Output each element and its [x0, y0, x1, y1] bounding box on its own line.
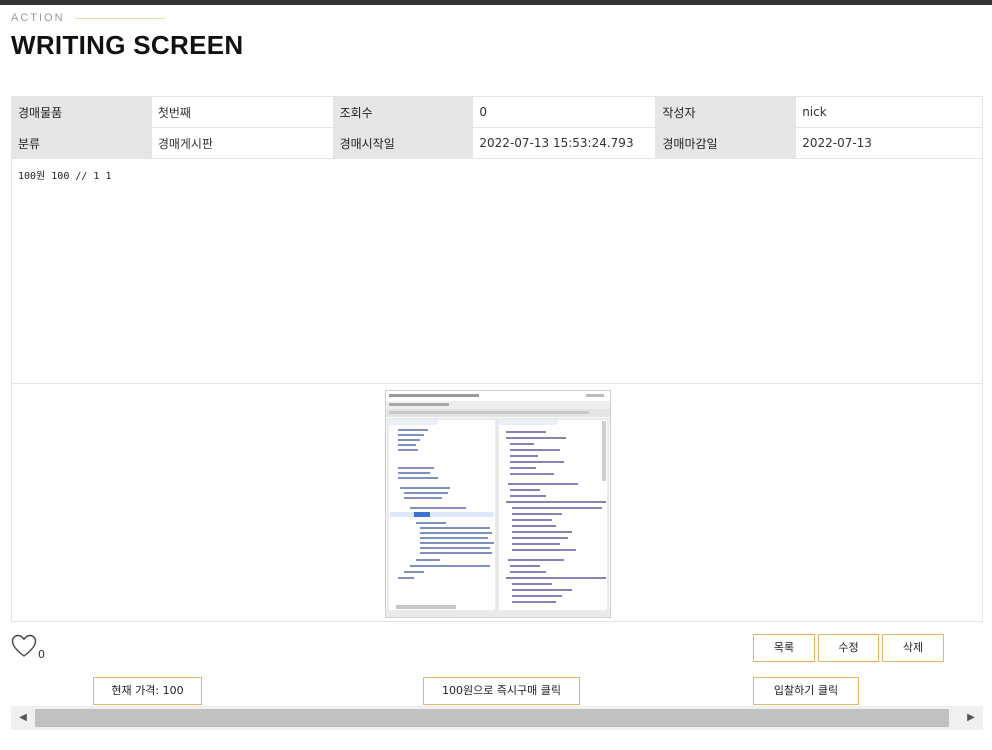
scrollbar-thumb[interactable]: [35, 709, 949, 727]
eyebrow-line: [74, 17, 165, 19]
post-info-table: 경매물품 첫번째 조회수 0 작성자 nick 분류 경매게시판 경매시작일 2…: [11, 96, 983, 159]
item-label: 경매물품: [11, 96, 152, 128]
start-date-label: 경매시작일: [332, 127, 474, 159]
top-bar: [0, 0, 992, 5]
info-row: 분류 경매게시판 경매시작일 2022-07-13 15:53:24.793 경…: [11, 127, 983, 159]
section-eyebrow: ACTION: [11, 12, 165, 24]
end-date-label: 경매마감일: [655, 127, 797, 159]
info-row: 경매물품 첫번째 조회수 0 작성자 nick: [11, 96, 983, 128]
author-label: 작성자: [655, 96, 797, 128]
item-value: 첫번째: [150, 96, 334, 128]
post-content-text: 100원 100 // 1 1: [18, 171, 112, 182]
heart-icon[interactable]: [11, 634, 37, 658]
horizontal-scrollbar[interactable]: ◀ ▶: [11, 706, 983, 730]
page-title: WRITING SCREEN: [11, 30, 244, 60]
views-value: 0: [472, 96, 657, 128]
delete-button[interactable]: 삭제: [882, 634, 944, 662]
category-label: 분류: [11, 127, 152, 159]
author-value: nick: [795, 96, 983, 128]
post-image-area: [11, 383, 983, 622]
list-button[interactable]: 목록: [753, 634, 815, 662]
views-label: 조회수: [332, 96, 474, 128]
bid-button[interactable]: 입찰하기 클릭: [753, 677, 859, 705]
edit-button[interactable]: 수정: [818, 634, 879, 662]
scroll-left-arrow-icon[interactable]: ◀: [13, 706, 33, 730]
current-price-button[interactable]: 현재 가격: 100: [93, 677, 202, 705]
attached-image-graphic: [386, 391, 610, 617]
attached-image: [385, 390, 611, 618]
eyebrow-text: ACTION: [11, 12, 65, 24]
scroll-right-arrow-icon[interactable]: ▶: [961, 706, 981, 730]
like-count: 0: [38, 648, 45, 661]
start-date-value: 2022-07-13 15:53:24.793: [472, 127, 657, 159]
end-date-value: 2022-07-13: [795, 127, 983, 159]
category-value: 경매게시판: [150, 127, 334, 159]
post-content: 100원 100 // 1 1: [11, 158, 983, 384]
buy-now-button[interactable]: 100원으로 즉시구매 클릭: [423, 677, 580, 705]
